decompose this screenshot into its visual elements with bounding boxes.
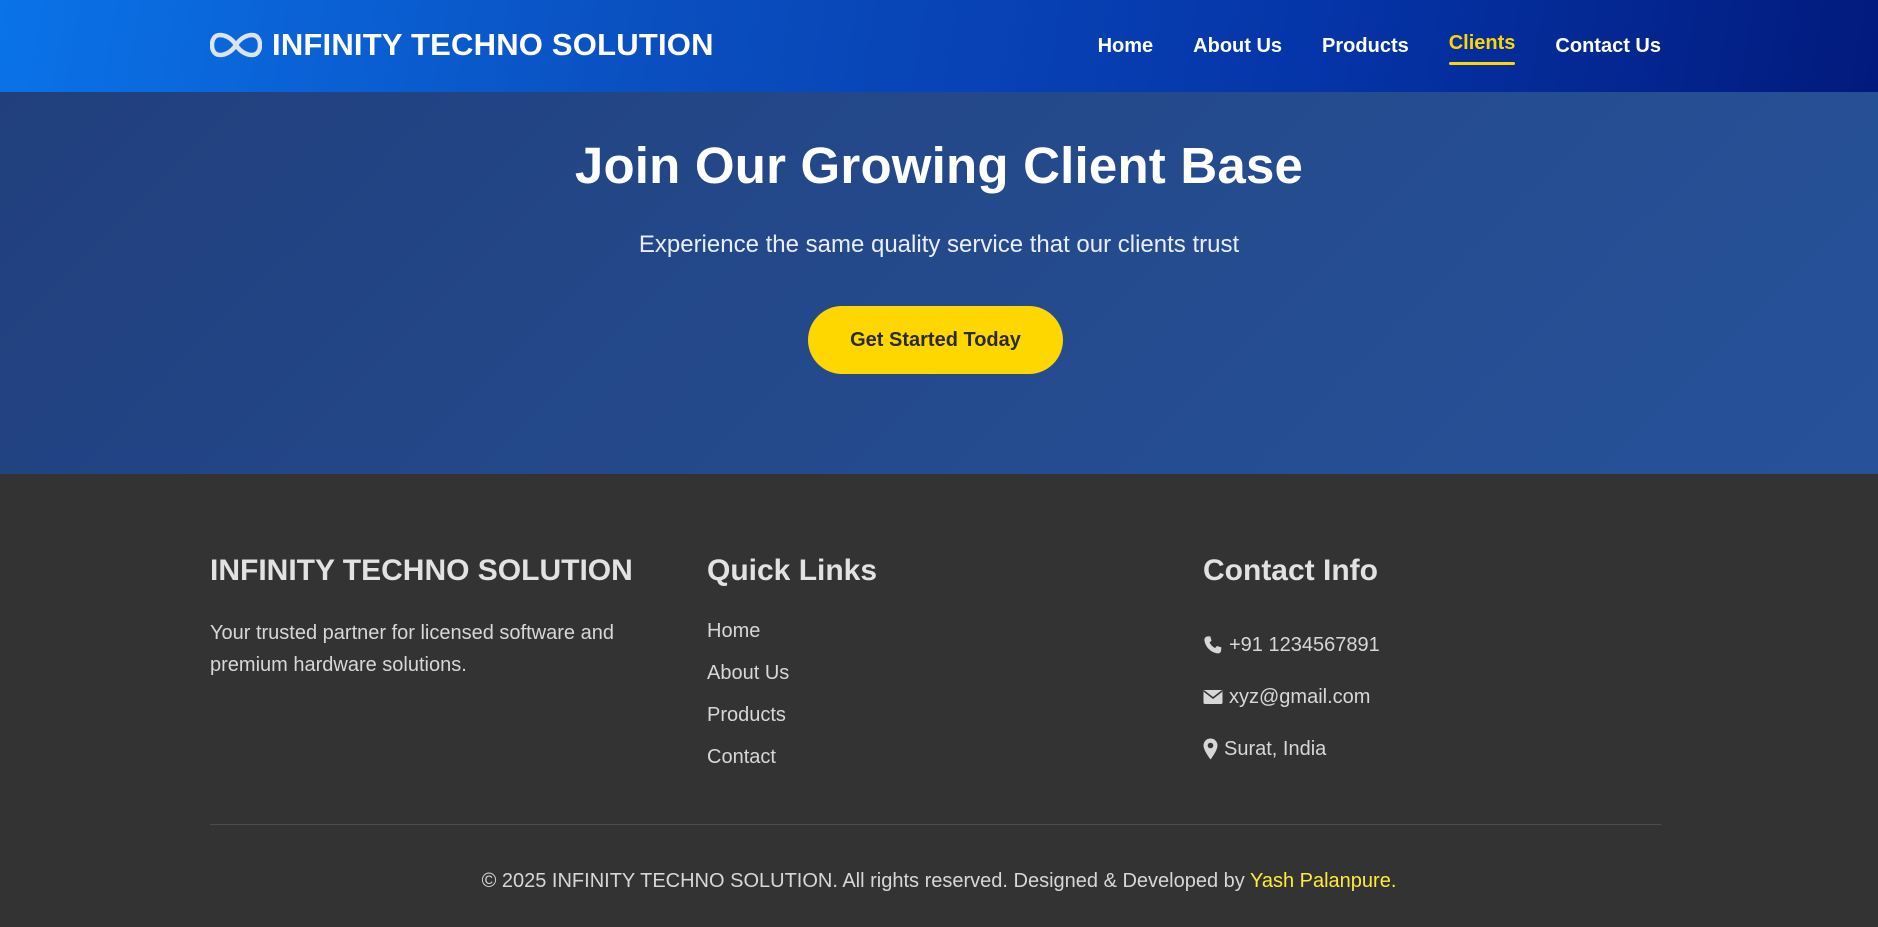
nav-clients[interactable]: Clients: [1448, 32, 1515, 65]
nav-products[interactable]: Products: [1322, 35, 1409, 58]
footer-link-about-us[interactable]: About Us: [707, 661, 789, 703]
infinity-icon: [209, 30, 263, 60]
cta-subtitle: Experience the same quality service that…: [638, 231, 1240, 258]
nav-about-us[interactable]: About Us: [1193, 35, 1282, 58]
phone-icon: [1204, 636, 1222, 654]
contact-location: Surat, India: [1203, 723, 1380, 775]
contact-phone[interactable]: +91 1234567891: [1203, 619, 1380, 671]
contact-email-text: xyz@gmail.com: [1229, 686, 1371, 708]
footer-divider: [210, 824, 1661, 825]
footer-quick-links: Home About Us Products Contact: [707, 619, 789, 787]
get-started-button[interactable]: Get Started Today: [808, 306, 1063, 374]
footer-link-products[interactable]: Products: [707, 703, 789, 745]
footer-contact-title: Contact Info: [1203, 554, 1378, 587]
footer-quick-links-title: Quick Links: [707, 554, 878, 587]
contact-location-text: Surat, India: [1224, 738, 1327, 760]
contact-email[interactable]: xyz@gmail.com: [1203, 671, 1380, 723]
copyright-text: © 2025 INFINITY TECHNO SOLUTION. All rig…: [0, 870, 1878, 893]
main-nav: Home About Us Products Clients Contact U…: [1058, 0, 1661, 92]
footer-about-text: Your trusted partner for licensed softwa…: [210, 622, 614, 676]
nav-home[interactable]: Home: [1098, 35, 1154, 58]
cta-title: Join Our Growing Client Base: [574, 137, 1304, 194]
copyright-notice: © 2025 INFINITY TECHNO SOLUTION. All rig…: [481, 870, 1250, 892]
site-footer: INFINITY TECHNO SOLUTION Your trusted pa…: [0, 474, 1878, 927]
footer-contact-list: +91 1234567891 xyz@gmail.com Surat, Indi…: [1203, 619, 1380, 775]
cta-section: Join Our Growing Client Base Experience …: [0, 92, 1878, 474]
footer-link-contact[interactable]: Contact: [707, 745, 789, 787]
map-marker-icon: [1203, 738, 1218, 760]
developer-name[interactable]: Yash Palanpure.: [1250, 870, 1396, 892]
nav-contact-us[interactable]: Contact Us: [1555, 35, 1661, 58]
envelope-icon: [1203, 690, 1223, 704]
footer-about-title: INFINITY TECHNO SOLUTION: [210, 554, 633, 587]
site-header: INFINITY TECHNO SOLUTION Home About Us P…: [0, 0, 1878, 92]
footer-link-home[interactable]: Home: [707, 619, 789, 661]
contact-phone-text: +91 1234567891: [1229, 634, 1380, 656]
brand-name: INFINITY TECHNO SOLUTION: [272, 27, 714, 62]
brand-logo[interactable]: INFINITY TECHNO SOLUTION: [209, 25, 714, 65]
